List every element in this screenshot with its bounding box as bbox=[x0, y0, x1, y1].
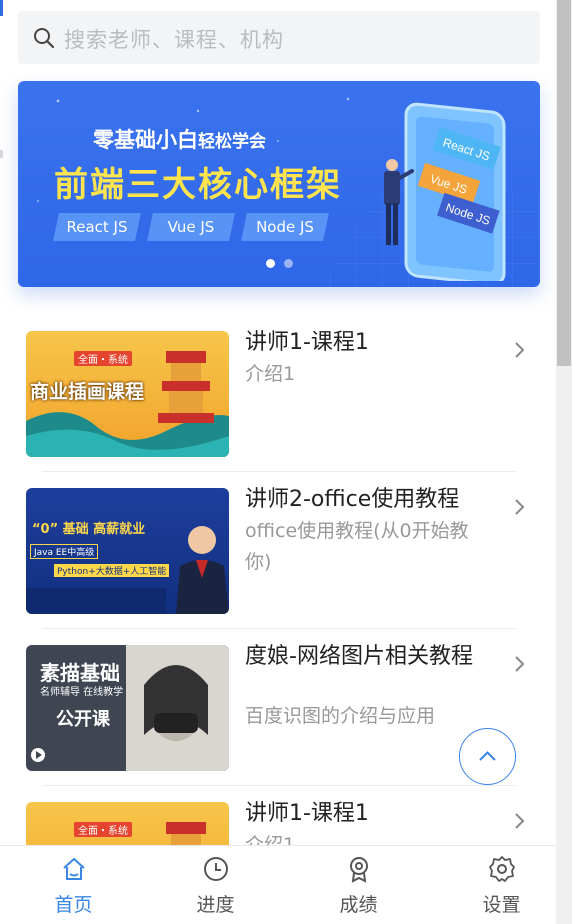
chevron-right-icon bbox=[515, 342, 525, 358]
back-to-top-button[interactable] bbox=[459, 728, 516, 785]
chevron-up-icon bbox=[479, 751, 496, 761]
tab-label: 成绩 bbox=[339, 894, 378, 916]
phone-illustration: React JS Vue JS Node JS bbox=[384, 102, 506, 281]
gear-icon bbox=[489, 856, 515, 882]
tab-scores[interactable]: 成绩 bbox=[289, 846, 428, 924]
tab-label: 首页 bbox=[54, 894, 93, 916]
course-thumbnail: 素描基础 名师辅导 在线教学 公开课 bbox=[26, 645, 229, 771]
course-desc: 介绍1 bbox=[245, 363, 296, 385]
course-desc: office使用教程(从0开始教你) bbox=[245, 520, 469, 573]
tab-label: 设置 bbox=[482, 894, 521, 916]
promo-banner[interactable]: 零基础小白轻松学会 前端三大核心框架 React JS Vue JS Node … bbox=[18, 81, 540, 287]
banner-subtitle: 零基础小白轻松学会 bbox=[93, 128, 266, 152]
course-title: 讲师1-课程1 bbox=[245, 330, 369, 355]
chevron-right-icon bbox=[515, 813, 525, 829]
medal-icon bbox=[350, 857, 368, 883]
chevron-right-icon bbox=[515, 499, 525, 515]
banner-pill-vue: Vue JS bbox=[147, 213, 235, 241]
course-item[interactable]: 全面・系统 商业插画课程 讲师1-课程1 介绍1 bbox=[0, 315, 556, 472]
chevron-right-icon bbox=[515, 656, 525, 672]
search-icon bbox=[34, 28, 55, 49]
scrollbar-thumb[interactable] bbox=[557, 0, 571, 366]
thumb-badge: 全面・系统 bbox=[74, 822, 132, 837]
carousel-dot-active[interactable] bbox=[266, 259, 275, 268]
banner-headline: 前端三大核心框架 bbox=[54, 165, 342, 205]
thumb-tag: 公开课 bbox=[56, 709, 110, 730]
search-placeholder: 搜索老师、课程、机构 bbox=[64, 28, 284, 52]
clock-icon bbox=[204, 857, 228, 881]
banner-pill-react: React JS bbox=[53, 213, 141, 241]
course-thumbnail: 全面・系统 商业插画课程 bbox=[26, 331, 229, 457]
thumb-badge: 全面・系统 bbox=[74, 351, 132, 366]
bottom-tab-bar: 首页 进度 成绩 设置 bbox=[0, 845, 556, 924]
thumb-caption: 素描基础 bbox=[40, 661, 120, 685]
tab-home[interactable]: 首页 bbox=[4, 846, 143, 924]
tab-progress[interactable]: 进度 bbox=[146, 846, 285, 924]
course-desc: 百度识图的介绍与应用 bbox=[245, 705, 436, 727]
edge-marker bbox=[0, 150, 3, 158]
search-bar[interactable]: 搜索老师、课程、机构 bbox=[18, 11, 540, 64]
edge-marker bbox=[0, 0, 3, 16]
course-item[interactable]: “0” 基础 高薪就业 Java EE中高级 Python+大数据+人工智能 讲… bbox=[0, 472, 556, 629]
tab-settings[interactable]: 设置 bbox=[432, 846, 556, 924]
home-icon bbox=[63, 857, 85, 880]
banner-pill-node: Node JS bbox=[241, 213, 329, 241]
thumb-caption: 商业插画课程 bbox=[30, 381, 145, 403]
course-title: 度娘-网络图片相关教程 bbox=[245, 644, 473, 669]
carousel-dot[interactable] bbox=[284, 259, 293, 268]
page: 搜索老师、课程、机构 零基础小白轻松学会 前端三大核心框架 React JS V… bbox=[0, 0, 556, 924]
course-title: 讲师2-office使用教程 bbox=[245, 487, 460, 512]
course-title: 讲师1-课程1 bbox=[245, 801, 369, 826]
thumb-sub: 名师辅导 在线教学 bbox=[40, 687, 124, 698]
course-thumbnail: “0” 基础 高薪就业 Java EE中高级 Python+大数据+人工智能 bbox=[26, 488, 229, 614]
tab-label: 进度 bbox=[196, 894, 235, 916]
